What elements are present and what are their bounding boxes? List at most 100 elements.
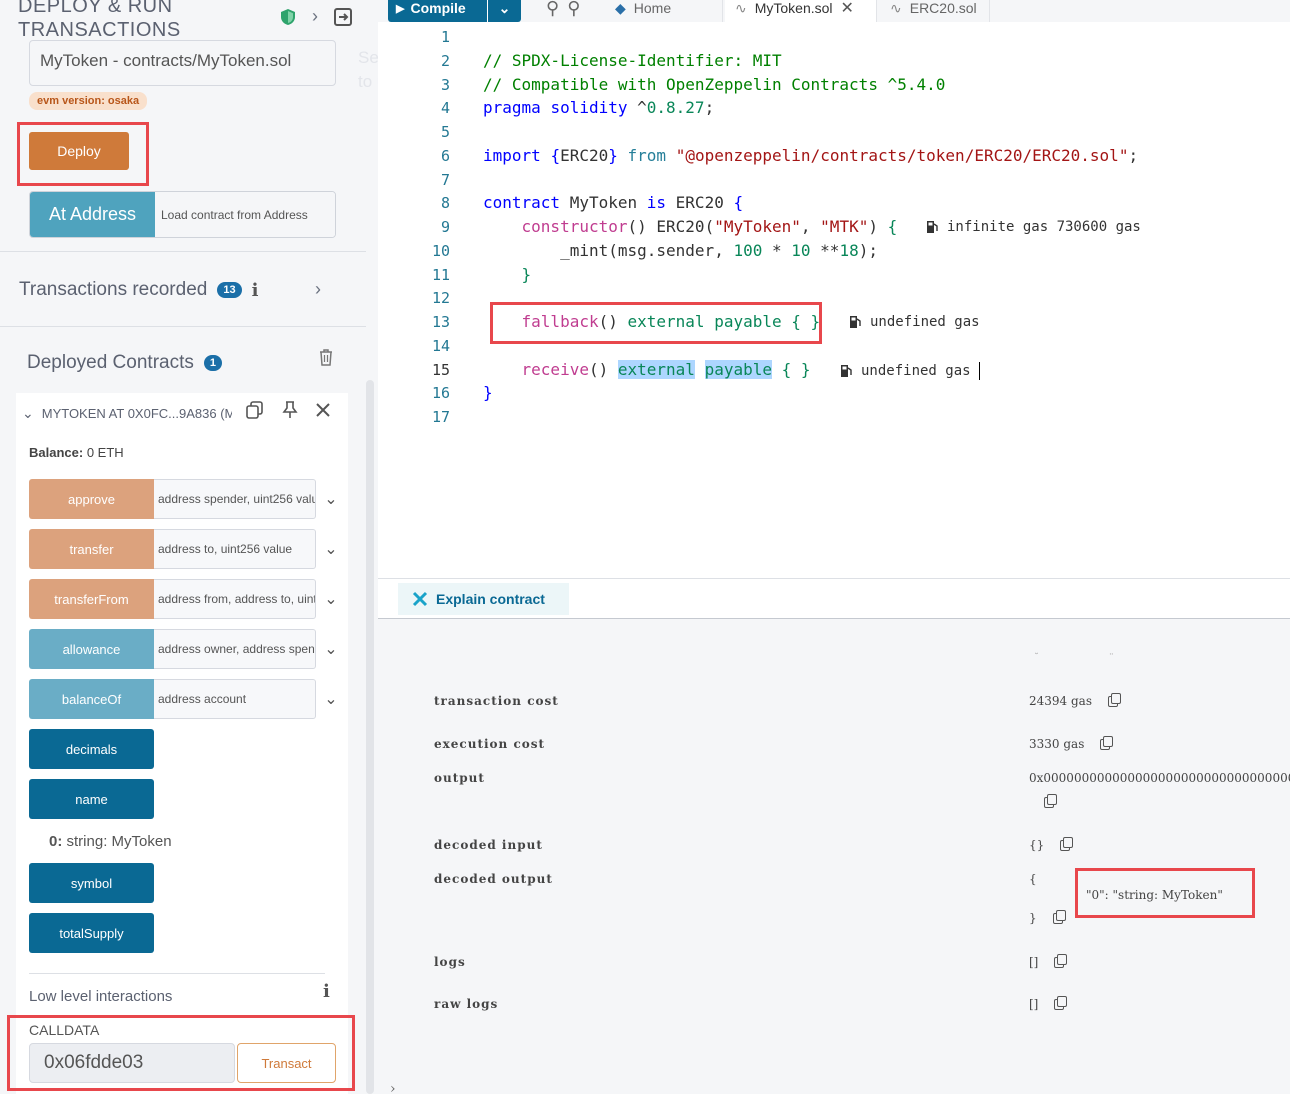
approve-button[interactable]: approve [29, 479, 154, 519]
name-button[interactable]: name [29, 779, 154, 819]
divider [0, 326, 366, 327]
balanceof-button[interactable]: balanceOf [29, 679, 154, 719]
at-address-group: At Address Load contract from Address [29, 191, 336, 238]
at-address-button[interactable]: At Address [30, 192, 155, 237]
tx-value-close-text: } [1029, 911, 1037, 925]
code-line: receive() external payable { } [521, 360, 811, 379]
function-approve: approve address spender, uint256 value ⌄ [29, 479, 349, 519]
copy-icon[interactable] [1054, 954, 1068, 968]
approve-params-input[interactable]: address spender, uint256 value [154, 479, 316, 519]
tab-erc20-sol[interactable]: ∿ ERC20.sol [880, 0, 990, 22]
tx-value: [] [1029, 954, 1068, 969]
chevron-right-icon[interactable]: › [315, 279, 321, 300]
gas-pump-icon [850, 316, 861, 328]
line-number: 5 [440, 123, 450, 141]
gas-estimate-fallback: undefined gas [849, 314, 980, 330]
compile-label: Compile [410, 0, 466, 16]
copy-icon[interactable] [1107, 693, 1121, 707]
highlight-box-fallback [490, 302, 822, 344]
info-icon[interactable]: i [252, 280, 259, 301]
tx-value: [] [1029, 996, 1068, 1011]
tx-key: execution cost [434, 737, 546, 751]
chevron-down-icon[interactable]: ⌄ [316, 479, 346, 519]
name-result: 0: string: MyToken [49, 833, 172, 850]
sign-out-icon[interactable] [334, 7, 352, 26]
tx-value-text: [] [1029, 955, 1039, 969]
panel-title: DEPLOY & RUN TRANSACTIONS [18, 0, 181, 41]
tab-mytoken-label: MyToken.sol [754, 0, 833, 16]
chevron-down-icon[interactable]: ⌄ [487, 0, 521, 22]
symbol-button[interactable]: symbol [29, 863, 154, 903]
compile-button[interactable]: ▶ Compile ⌄ [388, 0, 521, 22]
pin-icon[interactable] [282, 401, 298, 419]
tx-value-text: 0x00000000000000000000000000000000000000 [1029, 771, 1290, 785]
sparkle-icon [412, 591, 428, 607]
info-icon[interactable]: i [323, 981, 330, 1002]
shield-check-icon[interactable] [280, 8, 296, 26]
code-line: } [521, 265, 532, 284]
close-icon[interactable] [316, 403, 330, 417]
decimals-button[interactable]: decimals [29, 729, 154, 769]
chevron-down-icon[interactable]: ⌄ [316, 529, 346, 569]
copy-icon[interactable] [1060, 837, 1074, 851]
balance-label: Balance: [29, 445, 84, 460]
totalsupply-button[interactable]: totalSupply [29, 913, 154, 953]
tab-mytoken-sol[interactable]: ∿ MyToken.sol ✕ [725, 0, 877, 22]
low-level-interactions-label: Low level interactions [29, 973, 325, 1005]
copy-icon[interactable] [1100, 736, 1114, 750]
line-number: 4 [440, 99, 450, 117]
result-value: string: MyToken [66, 833, 172, 850]
gas-estimate-text: undefined gas [861, 363, 971, 379]
transferfrom-params-input[interactable]: address from, address to, uint256 value [154, 579, 316, 619]
code-line: pragma solidity ^0.8.27; [483, 98, 715, 117]
line-number: 3 [440, 76, 450, 94]
code-line: } [483, 383, 493, 402]
zoom-out-icon[interactable]: ⚲ [546, 0, 559, 19]
chevron-down-icon[interactable]: ⌄ [316, 679, 346, 719]
tab-home[interactable]: ◆ Home [605, 0, 723, 22]
tx-value: 24394 gas [1029, 693, 1121, 708]
contract-select[interactable]: MyToken - contracts/MyToken.sol [29, 40, 336, 86]
copy-icon[interactable] [1044, 794, 1057, 808]
tx-value-copy [1028, 794, 1057, 809]
line-number: 17 [431, 408, 450, 426]
scrollbar[interactable] [366, 380, 374, 1094]
line-number: 12 [431, 289, 450, 307]
highlight-box-calldata [7, 1015, 355, 1091]
balance-display: Balance: 0 ETH [29, 445, 124, 460]
chevron-down-icon[interactable]: ⌄ [22, 405, 34, 422]
allowance-params-input[interactable]: address owner, address spender [154, 629, 316, 669]
deploy-run-panel: DEPLOY & RUN TRANSACTIONS › Select a com… [0, 0, 378, 1094]
zoom-in-icon[interactable]: ⚲ [567, 0, 580, 19]
chevron-down-icon[interactable]: ⌄ [316, 629, 346, 669]
close-tab-icon[interactable]: ✕ [841, 0, 854, 18]
copy-icon[interactable] [1054, 996, 1068, 1010]
tx-value-open: { [1029, 872, 1037, 886]
transactions-recorded[interactable]: Transactions recorded 13 i [19, 279, 258, 301]
tx-value: 0x00000000000000000000000000000000000000 [1029, 771, 1290, 785]
explain-contract-button[interactable]: Explain contract [398, 583, 569, 615]
copy-icon[interactable] [1052, 910, 1066, 924]
transfer-button[interactable]: transfer [29, 529, 154, 569]
gas-estimate-constructor: infinite gas 730600 gas [926, 219, 1141, 235]
load-address-input[interactable]: Load contract from Address [155, 192, 335, 237]
transfer-params-input[interactable]: address to, uint256 value [154, 529, 316, 569]
trash-icon[interactable] [318, 348, 334, 366]
explain-contract-label: Explain contract [436, 591, 545, 607]
chevron-down-icon[interactable]: ⌄ [316, 579, 346, 619]
tx-key: raw logs [434, 997, 499, 1011]
gas-estimate-receive: undefined gas [840, 362, 980, 380]
copy-icon[interactable] [246, 401, 264, 419]
chevron-right-icon[interactable]: › [312, 6, 318, 27]
function-transferfrom: transferFrom address from, address to, u… [29, 579, 349, 619]
code-line: constructor() ERC20("MyToken", "MTK") { [521, 217, 898, 236]
chevron-right-icon[interactable]: › [390, 1081, 396, 1094]
function-transfer: transfer address to, uint256 value ⌄ [29, 529, 349, 569]
transferfrom-button[interactable]: transferFrom [29, 579, 154, 619]
file-icon: ∿ [890, 0, 902, 16]
balanceof-params-input[interactable]: address account [154, 679, 316, 719]
toolbar-icons: ⚲ ⚲ [536, 0, 590, 22]
allowance-button[interactable]: allowance [29, 629, 154, 669]
play-icon: ▶ [396, 2, 405, 15]
tx-value-text: 3330 gas [1029, 737, 1085, 751]
